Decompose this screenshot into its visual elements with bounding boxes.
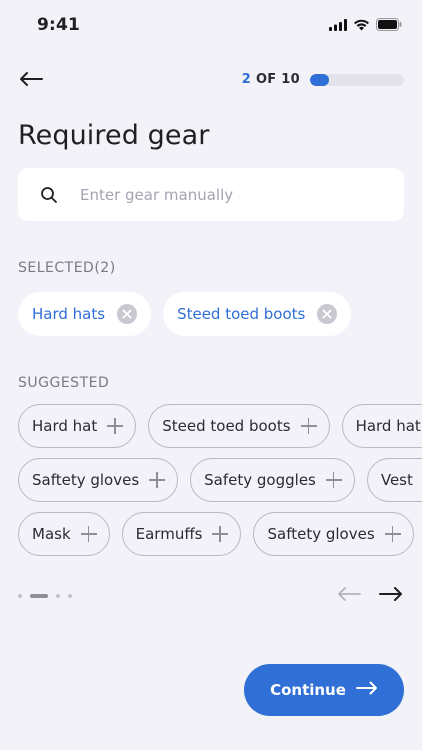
suggested-chip-label: Vest bbox=[380, 471, 413, 489]
suggested-chip[interactable]: Hard hat bbox=[18, 404, 137, 448]
app-screen: 9:41 2 OF 10 Required gear SELECTED(2) bbox=[0, 0, 422, 750]
pager-arrows bbox=[336, 586, 404, 606]
plus-icon bbox=[80, 526, 97, 542]
page-dot-active bbox=[30, 594, 48, 598]
search-icon bbox=[40, 186, 58, 204]
selected-chip-label: Hard hats bbox=[32, 305, 106, 323]
suggested-chip[interactable]: Safety goggles bbox=[190, 458, 355, 502]
prev-page-button[interactable] bbox=[336, 586, 362, 606]
suggested-row: Mask Earmuffs Saftety gloves bbox=[18, 512, 414, 556]
suggested-chip-label: Saftety gloves bbox=[267, 525, 375, 543]
search-input[interactable] bbox=[80, 185, 380, 204]
page-dots bbox=[18, 594, 72, 598]
suggested-chip-label: Safety goggles bbox=[204, 471, 316, 489]
suggested-chip-label: Hard hat bbox=[32, 417, 98, 435]
suggested-heading: SUGGESTED bbox=[18, 375, 110, 391]
selected-chip: Hard hats bbox=[18, 292, 152, 336]
status-icons bbox=[329, 18, 402, 31]
suggested-chip[interactable]: Earmuffs bbox=[121, 512, 242, 556]
continue-label: Continue bbox=[270, 681, 346, 699]
suggested-chip-label: Mask bbox=[32, 525, 71, 543]
next-page-button[interactable] bbox=[378, 586, 404, 606]
plus-icon bbox=[212, 526, 229, 542]
selected-chip: Steed toed boots bbox=[163, 292, 352, 336]
back-button[interactable] bbox=[18, 68, 48, 94]
suggested-chip-label: Saftety gloves bbox=[32, 471, 140, 489]
arrow-left-icon bbox=[18, 71, 44, 91]
battery-icon bbox=[376, 18, 402, 31]
page-dot bbox=[18, 594, 22, 598]
continue-button[interactable]: Continue bbox=[244, 664, 404, 716]
remove-icon[interactable] bbox=[317, 304, 338, 324]
plus-icon bbox=[384, 526, 401, 542]
remove-icon[interactable] bbox=[117, 304, 138, 324]
page-title: Required gear bbox=[18, 120, 210, 151]
page-dot bbox=[68, 594, 72, 598]
arrow-right-icon bbox=[355, 681, 378, 699]
step-current: 2 bbox=[241, 72, 252, 87]
arrow-right-icon bbox=[378, 586, 404, 606]
wifi-icon bbox=[353, 19, 370, 31]
suggested-chip[interactable]: Vest bbox=[366, 458, 422, 502]
selected-heading: SELECTED(2) bbox=[18, 260, 116, 276]
signal-icon bbox=[329, 18, 347, 31]
status-time: 9:41 bbox=[37, 15, 81, 35]
suggested-row: Saftety gloves Safety goggles Vest bbox=[18, 458, 422, 502]
selected-chips: Hard hats Steed toed boots bbox=[18, 292, 352, 336]
suggested-chip-label: Hard hat bbox=[355, 417, 421, 435]
suggested-chip[interactable]: Hard hat bbox=[341, 404, 422, 448]
selected-chip-label: Steed toed boots bbox=[177, 305, 306, 323]
step-total: OF 10 bbox=[251, 72, 300, 87]
plus-icon bbox=[325, 472, 342, 488]
suggested-chip-label: Earmuffs bbox=[135, 525, 203, 543]
suggested-chip-label: Steed toed boots bbox=[162, 417, 291, 435]
suggested-chip[interactable]: Steed toed boots bbox=[148, 404, 330, 448]
plus-icon bbox=[300, 418, 317, 434]
suggested-chip[interactable]: Mask bbox=[18, 512, 110, 556]
step-counter: 2 OF 10 bbox=[242, 72, 300, 87]
plus-icon bbox=[107, 418, 124, 434]
suggested-chip[interactable]: Saftety gloves bbox=[18, 458, 179, 502]
step-indicator: 2 OF 10 bbox=[242, 72, 404, 87]
progress-fill bbox=[310, 73, 329, 86]
arrow-left-icon bbox=[336, 586, 362, 606]
progress-bar bbox=[310, 73, 404, 86]
search-box[interactable] bbox=[18, 168, 404, 221]
plus-icon bbox=[149, 472, 166, 488]
suggested-row: Hard hat Steed toed boots Hard hat bbox=[18, 404, 422, 448]
page-dot bbox=[56, 594, 60, 598]
suggested-chip[interactable]: Saftety gloves bbox=[253, 512, 414, 556]
